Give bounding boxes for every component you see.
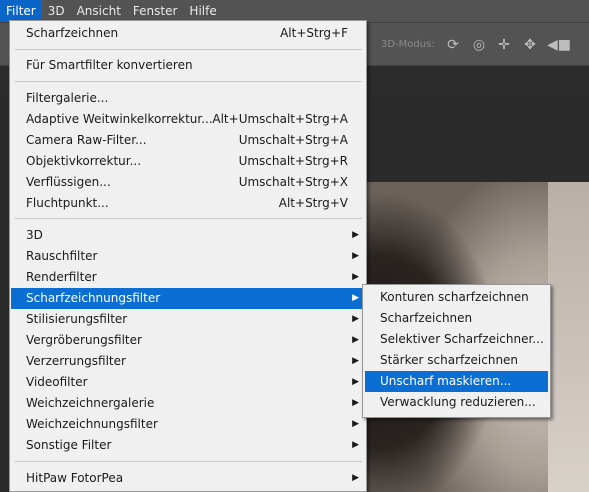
menu-item-label: Adaptive Weitwinkelkorrektur... [26,112,213,126]
menu-item-label: Videofilter [26,375,88,389]
submenu-item-unscharf-maskieren[interactable]: Unscharf maskieren... [365,371,548,392]
menu-item-renderfilter[interactable]: Renderfilter ▶ [11,267,365,288]
menu-item-scharfzeichnen[interactable]: Scharfzeichnen Alt+Strg+F [11,23,365,44]
pan-3d-icon[interactable]: ✛ [495,36,513,54]
sharpen-submenu: Konturen scharfzeichnen Scharfzeichnen S… [362,284,551,418]
menu-ansicht[interactable]: Ansicht [71,0,127,22]
submenu-arrow-icon: ▶ [352,293,359,303]
menu-item-fluchtpunkt[interactable]: Fluchtpunkt... Alt+Strg+V [11,193,365,214]
menu-item-verfluessigen[interactable]: Verflüssigen... Umschalt+Strg+X [11,172,365,193]
3d-mode-label: 3D-Modus: [381,39,435,50]
menu-item-label: Für Smartfilter konvertieren [26,58,193,72]
submenu-item-konturen-scharfzeichnen[interactable]: Konturen scharfzeichnen [365,287,548,308]
menu-item-label: Rauschfilter [26,249,98,263]
menu-hilfe[interactable]: Hilfe [183,0,222,22]
menu-item-label: Weichzeichnungsfilter [26,417,158,431]
filter-menu: Scharfzeichnen Alt+Strg+F Für Smartfilte… [9,20,367,492]
menu-item-weichzeichnergalerie[interactable]: Weichzeichnergalerie ▶ [11,393,365,414]
menu-separator [15,49,362,50]
menu-item-objektivkorrektur[interactable]: Objektivkorrektur... Umschalt+Strg+R [11,151,365,172]
menu-item-label: Scharfzeichnungsfilter [26,291,161,305]
menu-item-label: Stilisierungsfilter [26,312,128,326]
menu-item-label: Sonstige Filter [26,438,112,452]
submenu-item-verwacklung-reduzieren[interactable]: Verwacklung reduzieren... [365,392,548,413]
submenu-arrow-icon: ▶ [352,377,359,387]
submenu-arrow-icon: ▶ [352,419,359,429]
roll-3d-icon[interactable]: ◎ [470,36,488,54]
submenu-arrow-icon: ▶ [352,356,359,366]
submenu-item-selektiver-scharfzeichner[interactable]: Selektiver Scharfzeichner... [365,329,548,350]
menu-item-weichzeichnungsfilter[interactable]: Weichzeichnungsfilter ▶ [11,414,365,435]
menu-item-label: Filtergalerie... [26,91,109,105]
menu-item-stilisierungsfilter[interactable]: Stilisierungsfilter ▶ [11,309,365,330]
menu-item-label: Camera Raw-Filter... [26,133,147,147]
menu-item-label: Vergröberungsfilter [26,333,142,347]
submenu-arrow-icon: ▶ [352,473,359,483]
submenu-arrow-icon: ▶ [352,314,359,324]
slide-3d-icon[interactable]: ✥ [521,36,539,54]
menu-item-verzerrungsfilter[interactable]: Verzerrungsfilter ▶ [11,351,365,372]
shortcut-label: Alt+Umschalt+Strg+A [212,112,348,126]
menu-item-rauschfilter[interactable]: Rauschfilter ▶ [11,246,365,267]
menu-fenster[interactable]: Fenster [127,0,184,22]
menu-item-camera-raw[interactable]: Camera Raw-Filter... Umschalt+Strg+A [11,130,365,151]
menu-item-3d[interactable]: 3D ▶ [11,225,365,246]
menu-item-label: Scharfzeichnen [26,26,119,40]
submenu-arrow-icon: ▶ [352,230,359,240]
orbit-3d-icon[interactable]: ⟳ [444,36,462,54]
shortcut-label: Alt+Strg+F [280,26,348,40]
menu-item-label: HitPaw FotorPea [26,471,124,485]
menu-item-label: Verflüssigen... [26,175,111,189]
submenu-arrow-icon: ▶ [352,440,359,450]
menu-item-label: Weichzeichnergalerie [26,396,155,410]
submenu-arrow-icon: ▶ [352,398,359,408]
menu-item-adaptive-wide-angle[interactable]: Adaptive Weitwinkelkorrektur... Alt+Umsc… [11,109,365,130]
menu-item-convert-smartfilter[interactable]: Für Smartfilter konvertieren [11,55,365,76]
submenu-item-scharfzeichnen[interactable]: Scharfzeichnen [365,308,548,329]
submenu-arrow-icon: ▶ [352,251,359,261]
menu-item-filtergalerie[interactable]: Filtergalerie... [11,88,365,109]
menu-item-label: Renderfilter [26,270,97,284]
menu-item-label: Verzerrungsfilter [26,354,126,368]
menu-item-sonstige-filter[interactable]: Sonstige Filter ▶ [11,435,365,456]
menu-item-vergroeberungsfilter[interactable]: Vergröberungsfilter ▶ [11,330,365,351]
menu-item-label: Objektivkorrektur... [26,154,142,168]
submenu-item-staerker-scharfzeichnen[interactable]: Stärker scharfzeichnen [365,350,548,371]
menu-separator [15,218,362,219]
menu-separator [15,461,362,462]
menu-item-hitpaw-fotorpea[interactable]: HitPaw FotorPea ▶ [11,468,365,489]
menu-item-label: 3D [26,228,43,242]
menu-item-scharfzeichnungsfilter[interactable]: Scharfzeichnungsfilter ▶ [11,288,365,309]
menu-filter[interactable]: Filter [0,0,42,22]
menu-bar: Filter 3D Ansicht Fenster Hilfe [0,0,589,22]
menu-separator [15,81,362,82]
menu-3d[interactable]: 3D [42,0,71,22]
scale-3d-icon[interactable]: ◀■ [547,36,571,54]
menu-item-label: Fluchtpunkt... [26,196,109,210]
document-canvas-edge [548,182,589,492]
submenu-arrow-icon: ▶ [352,335,359,345]
menu-item-videofilter[interactable]: Videofilter ▶ [11,372,365,393]
shortcut-label: Alt+Strg+V [278,196,348,210]
shortcut-label: Umschalt+Strg+R [238,154,348,168]
shortcut-label: Umschalt+Strg+X [238,175,348,189]
shortcut-label: Umschalt+Strg+A [238,133,348,147]
submenu-arrow-icon: ▶ [352,272,359,282]
